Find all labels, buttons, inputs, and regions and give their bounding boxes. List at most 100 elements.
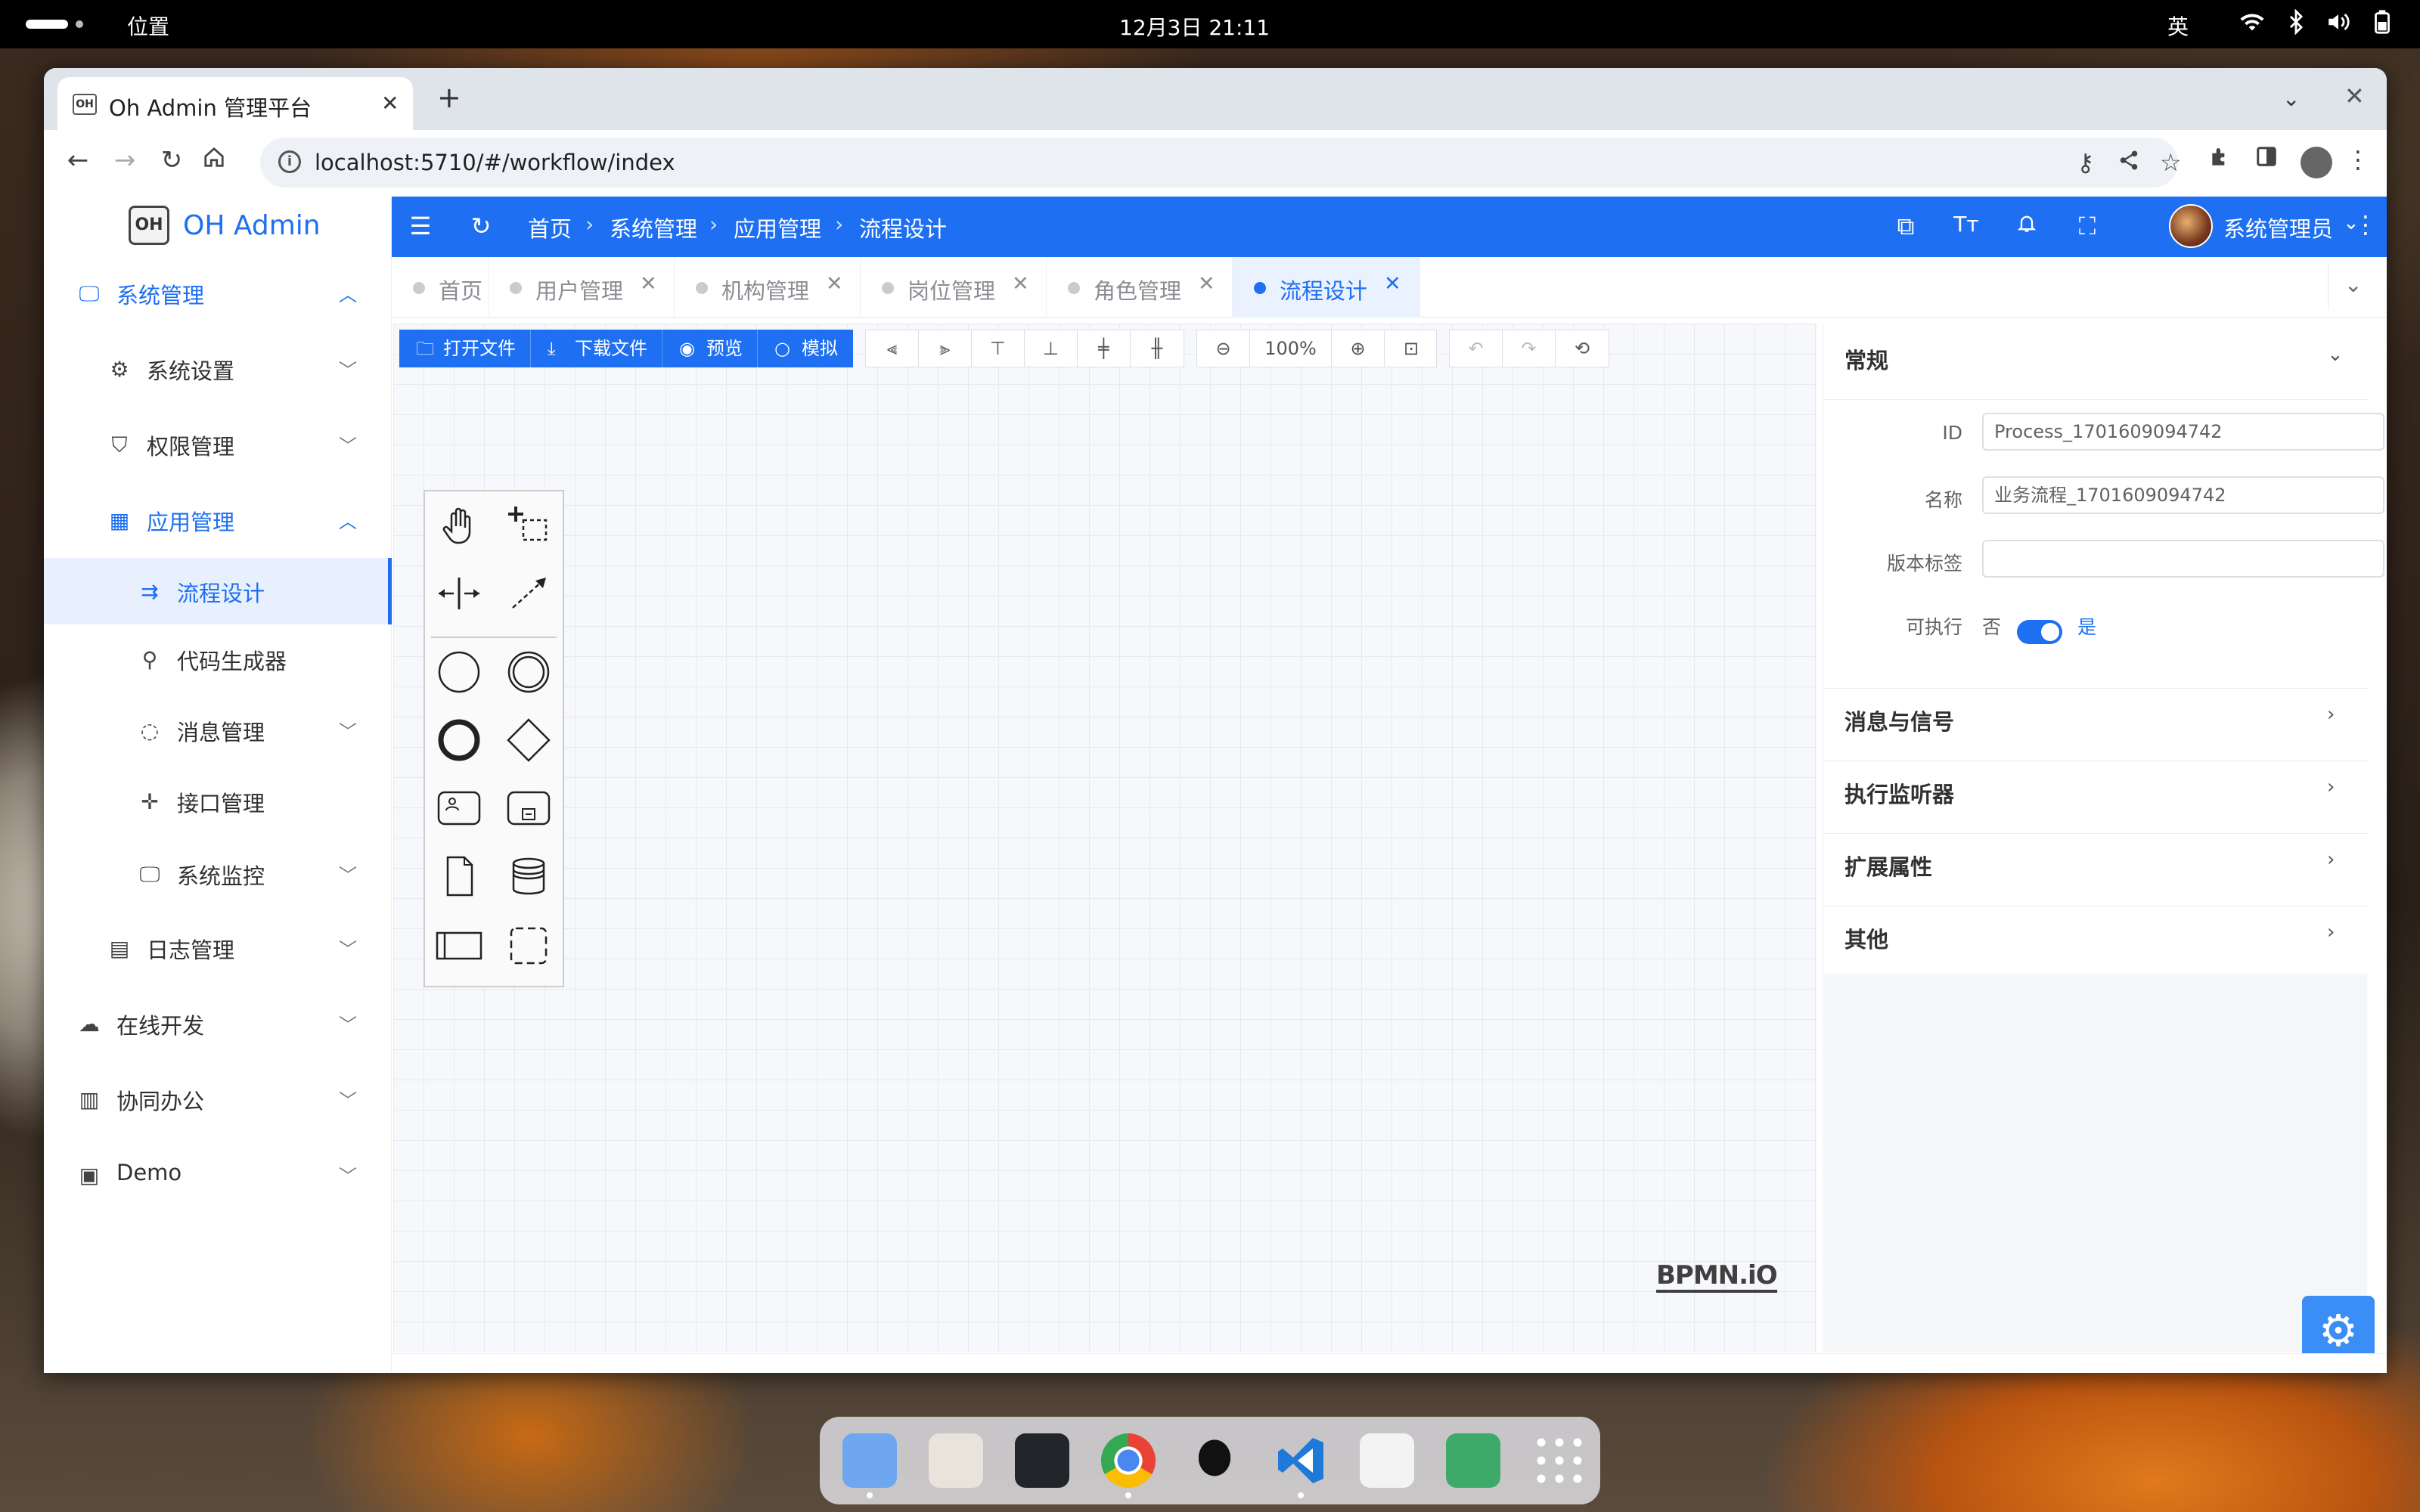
browser-menu-icon[interactable]: ⋮ bbox=[2346, 145, 2370, 174]
user-task-icon[interactable] bbox=[433, 782, 486, 835]
pool-icon[interactable] bbox=[433, 919, 486, 972]
bookmark-star-icon[interactable]: ☆ bbox=[2160, 148, 2182, 177]
sidebar-item-code-generator[interactable]: ⚲ 代码生成器 bbox=[44, 626, 392, 692]
more-vertical-icon[interactable]: ⋮ bbox=[2353, 210, 2378, 239]
app-menu[interactable]: 位置 bbox=[127, 11, 169, 41]
bpmn-io-logo[interactable]: BPMN.iO bbox=[1656, 1261, 1778, 1293]
breadcrumb-item[interactable]: 系统管理 bbox=[610, 212, 697, 243]
tag-workflow-design[interactable]: 流程设计 ✕ bbox=[1233, 257, 1420, 318]
reset-icon[interactable]: ⟲ bbox=[1556, 330, 1609, 367]
lasso-tool-icon[interactable] bbox=[502, 497, 555, 550]
profile-avatar-icon[interactable] bbox=[2301, 147, 2332, 178]
close-icon[interactable]: ✕ bbox=[826, 272, 843, 296]
forward-icon[interactable]: → bbox=[106, 145, 144, 175]
align-center-icon[interactable]: ╪ bbox=[1078, 330, 1131, 367]
align-left-icon[interactable]: ⫷ bbox=[866, 330, 919, 367]
input-method-indicator[interactable]: 英 bbox=[2167, 11, 2189, 41]
sidebar-item-api-management[interactable]: ✛ 接口管理 bbox=[44, 768, 392, 835]
close-icon[interactable]: ✕ bbox=[1384, 272, 1401, 296]
tag-org-management[interactable]: 机构管理 ✕ bbox=[675, 257, 861, 318]
executable-switch[interactable] bbox=[2017, 620, 2062, 644]
end-event-icon[interactable] bbox=[433, 714, 486, 767]
share-icon[interactable] bbox=[2118, 148, 2140, 178]
chevron-down-icon[interactable]: ⌄ bbox=[2327, 343, 2344, 366]
align-top-icon[interactable]: ⊤ bbox=[972, 330, 1025, 367]
clock[interactable]: 12月3日 21:11 bbox=[1119, 11, 1270, 42]
simulate-button[interactable]: ○ 模拟 bbox=[758, 330, 853, 367]
address-bar[interactable]: i localhost:5710/#/workflow/index ⚷ ☆ bbox=[260, 138, 2182, 187]
refresh-icon[interactable]: ↻ bbox=[466, 212, 496, 240]
zoom-in-icon[interactable]: ⊕ bbox=[1332, 330, 1385, 367]
sidebar-item-message-management[interactable]: ◌ 消息管理 ﹀ bbox=[44, 697, 392, 764]
group-icon[interactable] bbox=[502, 919, 555, 972]
name-input[interactable]: 业务流程_1701609094742 bbox=[1982, 476, 2384, 514]
redo-icon[interactable]: ↷ bbox=[1503, 330, 1556, 367]
section-listeners-title[interactable]: 执行监听器 bbox=[1844, 777, 1954, 809]
software-store-icon[interactable] bbox=[929, 1433, 983, 1488]
zoom-out-icon[interactable]: ⊖ bbox=[1197, 330, 1250, 367]
chevron-down-icon[interactable]: ⌄ bbox=[2344, 272, 2362, 297]
chevron-right-icon[interactable]: › bbox=[2327, 921, 2335, 943]
gateway-icon[interactable] bbox=[502, 714, 555, 767]
terminal-icon[interactable] bbox=[1015, 1433, 1069, 1488]
align-right-icon[interactable]: ⫸ bbox=[919, 330, 972, 367]
close-icon[interactable]: ✕ bbox=[1012, 272, 1029, 296]
connect-tool-icon[interactable] bbox=[502, 567, 555, 620]
volume-icon[interactable] bbox=[2323, 9, 2353, 41]
tab-search-icon[interactable]: ⌄ bbox=[2282, 86, 2300, 111]
start-event-icon[interactable] bbox=[433, 646, 486, 699]
section-general-title[interactable]: 常规 bbox=[1844, 343, 1888, 375]
avatar[interactable] bbox=[2169, 204, 2213, 248]
tag-role-management[interactable]: 角色管理 ✕ bbox=[1047, 257, 1233, 318]
app-grid-icon[interactable] bbox=[1532, 1433, 1587, 1488]
tag-post-management[interactable]: 岗位管理 ✕ bbox=[861, 257, 1047, 318]
data-object-icon[interactable] bbox=[433, 850, 486, 903]
vscode-icon[interactable] bbox=[1274, 1433, 1328, 1488]
sidebar-item-permissions[interactable]: ⛉ 权限管理 ﹀ bbox=[44, 411, 392, 478]
chrome-icon[interactable] bbox=[1101, 1433, 1156, 1488]
breadcrumb-item[interactable]: 首页 bbox=[528, 212, 572, 243]
new-tab-button[interactable]: + bbox=[437, 83, 461, 112]
sidebar-item-workflow-design[interactable]: ⇉ 流程设计 bbox=[44, 558, 392, 624]
fullscreen-icon[interactable]: ⛶ bbox=[2072, 212, 2102, 241]
files-app-icon[interactable] bbox=[842, 1433, 897, 1488]
zoom-level[interactable]: 100% bbox=[1250, 330, 1332, 367]
close-icon[interactable]: ✕ bbox=[1198, 272, 1215, 296]
sidebar-item-system-management[interactable]: 🖵 系统管理 ︿ bbox=[44, 260, 392, 327]
wifi-icon[interactable] bbox=[2237, 9, 2267, 41]
version-tag-input[interactable] bbox=[1982, 540, 2384, 578]
bluetooth-icon[interactable] bbox=[2281, 8, 2311, 41]
fit-viewport-icon[interactable]: ⊡ bbox=[1385, 330, 1438, 367]
dbeaver-icon[interactable] bbox=[1360, 1433, 1414, 1488]
browser-tab[interactable]: OH Oh Admin 管理平台 ✕ bbox=[57, 77, 413, 130]
id-input[interactable]: Process_1701609094742 bbox=[1982, 413, 2384, 451]
close-icon[interactable]: ✕ bbox=[381, 91, 399, 116]
preview-button[interactable]: ◉ 预览 bbox=[662, 330, 758, 367]
hand-tool-icon[interactable] bbox=[433, 497, 486, 550]
bpmn-canvas[interactable]: 🗀 打开文件 ⤓ 下载文件 ◉ 预览 ○ 模拟 ⫷ ⫸ ⊤ ⊥ ╪ ╫ ⊖ 100% ⊕… bbox=[393, 324, 1817, 1352]
chevron-right-icon[interactable]: › bbox=[2327, 848, 2335, 871]
side-panel-icon[interactable] bbox=[2255, 145, 2278, 174]
user-name[interactable]: 系统管理员 bbox=[2223, 212, 2333, 243]
sidebar-item-demo[interactable]: ▣ Demo ﹀ bbox=[44, 1142, 392, 1208]
subprocess-icon[interactable] bbox=[502, 782, 555, 835]
site-info-icon[interactable]: i bbox=[278, 150, 301, 173]
sidebar-item-system-settings[interactable]: ⚙ 系统设置 ﹀ bbox=[44, 336, 392, 402]
trash-icon[interactable] bbox=[1446, 1433, 1500, 1488]
align-middle-icon[interactable]: ╫ bbox=[1131, 330, 1184, 367]
qq-icon[interactable] bbox=[1187, 1433, 1242, 1488]
open-file-button[interactable]: 🗀 打开文件 bbox=[399, 330, 531, 367]
key-icon[interactable]: ⚷ bbox=[2077, 148, 2094, 177]
collapse-menu-icon[interactable]: ☰ bbox=[405, 212, 436, 240]
activities-indicator[interactable] bbox=[26, 20, 68, 29]
tag-user-management[interactable]: 用户管理 ✕ bbox=[489, 257, 675, 318]
image-icon[interactable]: ⧉ bbox=[1891, 212, 1921, 241]
tag-home[interactable]: 首页 bbox=[392, 257, 489, 318]
align-bottom-icon[interactable]: ⊥ bbox=[1025, 330, 1078, 367]
breadcrumb-item[interactable]: 应用管理 bbox=[734, 212, 821, 243]
space-tool-icon[interactable] bbox=[433, 567, 486, 620]
battery-icon[interactable] bbox=[2367, 9, 2397, 41]
back-icon[interactable]: ← bbox=[59, 145, 97, 175]
extensions-icon[interactable] bbox=[2208, 145, 2232, 175]
sidebar-item-system-monitor[interactable]: 🖵 系统监控 ﹀ bbox=[44, 841, 392, 907]
